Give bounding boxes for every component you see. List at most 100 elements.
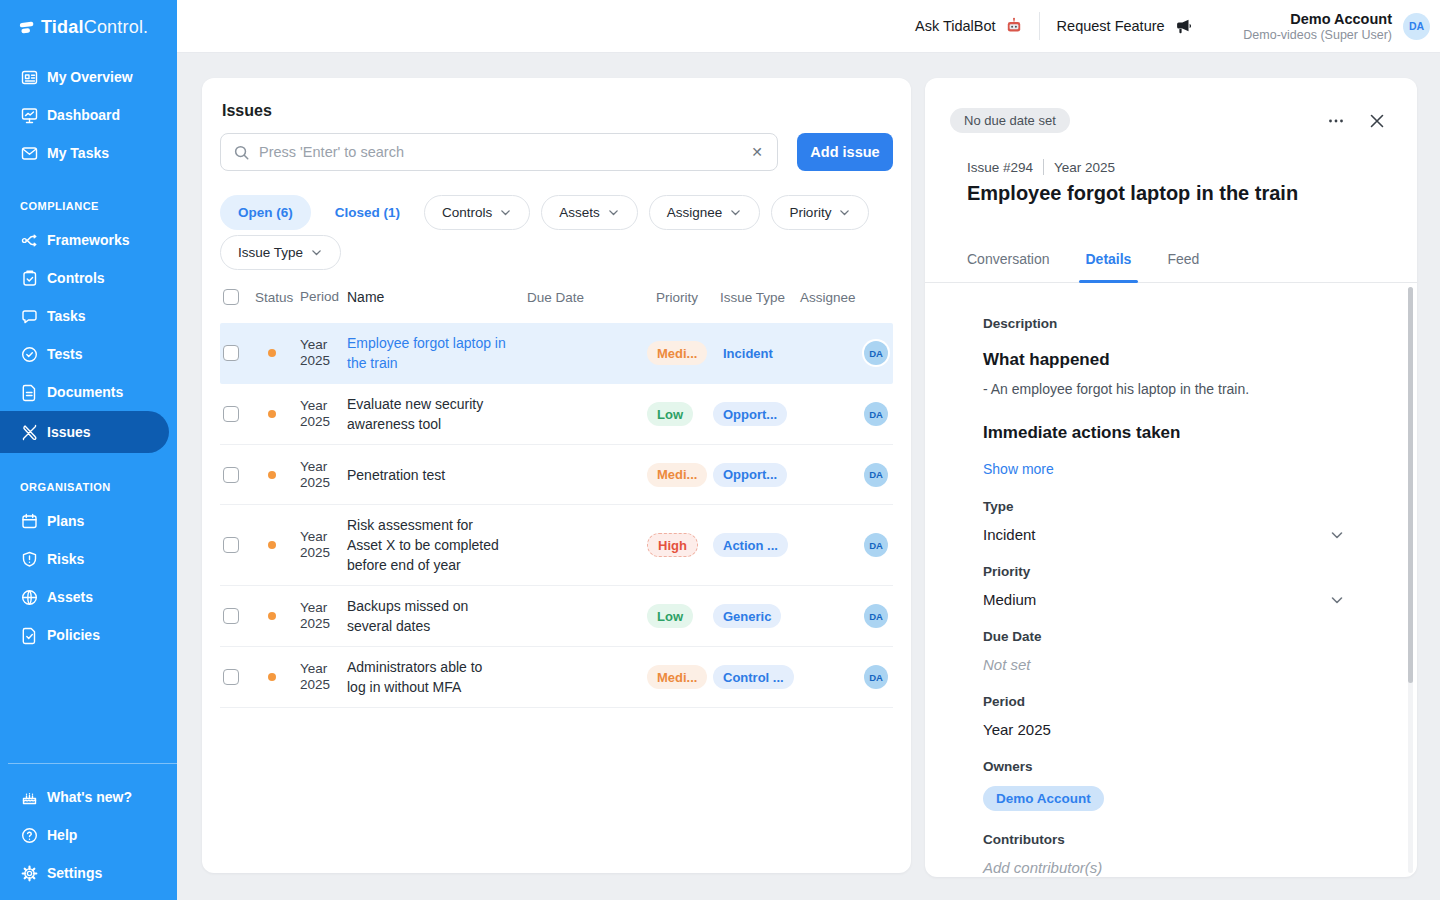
assignee-avatar[interactable]: DA: [864, 402, 888, 426]
row-period: Year 2025: [300, 529, 347, 561]
add-issue-button[interactable]: Add issue: [797, 133, 893, 171]
filter-open-6[interactable]: Open (6): [220, 195, 311, 230]
sidebar-item-frameworks[interactable]: Frameworks: [0, 221, 177, 259]
assignee-avatar[interactable]: DA: [864, 533, 888, 557]
due-date-badge: No due date set: [950, 108, 1070, 133]
filter-assignee[interactable]: Assignee: [649, 195, 761, 230]
filter-closed-1[interactable]: Closed (1): [322, 195, 413, 230]
row-name[interactable]: Risk assessment for Asset X to be comple…: [347, 515, 527, 575]
row-name[interactable]: Administrators able to log in without MF…: [347, 657, 527, 697]
sidebar-item-label: Documents: [47, 384, 123, 400]
account-menu[interactable]: Demo Account Demo-videos (Super User) DA: [1243, 11, 1430, 42]
chat-icon: [20, 307, 39, 326]
field-value-row[interactable]: Medium: [983, 591, 1345, 608]
row-checkbox[interactable]: [223, 669, 239, 685]
tab-conversation[interactable]: Conversation: [967, 251, 1050, 282]
search-input[interactable]: [259, 144, 740, 160]
sidebar-item-controls[interactable]: Controls: [0, 259, 177, 297]
filter-label: Priority: [789, 205, 831, 220]
calendar-icon: [20, 512, 39, 531]
issue-row[interactable]: Year 2025Employee forgot laptop in the t…: [220, 323, 893, 384]
select-all-checkbox[interactable]: [223, 289, 239, 305]
row-name[interactable]: Evaluate new security awareness tool: [347, 394, 527, 434]
issue-title: Employee forgot laptop in the train: [925, 175, 1417, 205]
more-options-icon[interactable]: [1327, 112, 1345, 130]
assignee-avatar[interactable]: DA: [864, 665, 888, 689]
chevron-down-icon: [729, 206, 742, 219]
request-feature-button[interactable]: Request Feature: [1057, 17, 1193, 36]
issue-row[interactable]: Year 2025Risk assessment for Asset X to …: [220, 505, 893, 586]
column-header-priority: Priority: [647, 290, 713, 305]
chevron-down-icon: [310, 246, 323, 259]
issue-type-badge: Control ...: [713, 665, 794, 689]
field-label: Period: [983, 694, 1345, 709]
show-more-link[interactable]: Show more: [983, 461, 1054, 477]
sidebar-item-tests[interactable]: Tests: [0, 335, 177, 373]
filter-controls[interactable]: Controls: [424, 195, 530, 230]
sidebar-item-label: Tests: [47, 346, 83, 362]
filter-assets[interactable]: Assets: [541, 195, 638, 230]
sidebar-divider: [8, 763, 177, 764]
row-name[interactable]: Employee forgot laptop in the train: [347, 333, 527, 373]
chevron-down-icon: [838, 206, 851, 219]
sidebar-item-help[interactable]: Help: [0, 816, 177, 854]
row-checkbox[interactable]: [223, 608, 239, 624]
description-heading: Immediate actions taken: [983, 423, 1345, 443]
help-icon: [20, 826, 39, 845]
row-checkbox[interactable]: [223, 467, 239, 483]
priority-badge: Medi...: [647, 463, 707, 487]
sidebar-item-documents[interactable]: Documents: [0, 373, 177, 411]
robot-icon: [1005, 17, 1023, 35]
sidebar-item-label: Help: [47, 827, 77, 843]
issues-search: ✕: [220, 133, 778, 171]
sidebar-item-dashboard[interactable]: Dashboard: [0, 96, 177, 134]
filter-issue-type[interactable]: Issue Type: [220, 235, 341, 270]
account-avatar[interactable]: DA: [1403, 13, 1430, 40]
sidebar-section-title: ORGANISATION: [0, 453, 177, 502]
filter-label: Controls: [442, 205, 492, 220]
close-icon[interactable]: [1369, 113, 1385, 129]
sidebar-item-my-overview[interactable]: My Overview: [0, 58, 177, 96]
row-checkbox[interactable]: [223, 406, 239, 422]
sidebar-item-label: My Tasks: [47, 145, 109, 161]
filter-priority[interactable]: Priority: [771, 195, 869, 230]
field-value-row[interactable]: Incident: [983, 526, 1345, 543]
sidebar-item-assets[interactable]: Assets: [0, 578, 177, 616]
row-name[interactable]: Backups missed on several dates: [347, 596, 527, 636]
assignee-avatar[interactable]: DA: [864, 463, 888, 487]
badge-check-icon: [20, 345, 39, 364]
sidebar-item-issues[interactable]: Issues: [0, 411, 169, 453]
sidebar-item-policies[interactable]: Policies: [0, 616, 177, 654]
tab-details[interactable]: Details: [1086, 251, 1132, 282]
issue-row[interactable]: Year 2025Evaluate new security awareness…: [220, 384, 893, 445]
ask-tidalbot-button[interactable]: Ask TidalBot: [915, 17, 1023, 35]
row-name[interactable]: Penetration test: [347, 465, 527, 485]
sidebar-item-settings[interactable]: Settings: [0, 854, 177, 892]
sidebar-item-plans[interactable]: Plans: [0, 502, 177, 540]
sidebar-item-label: Dashboard: [47, 107, 120, 123]
sidebar-item-risks[interactable]: Risks: [0, 540, 177, 578]
brand-logo[interactable]: TidalControl.: [0, 0, 177, 44]
topbar: Ask TidalBot Request Feature Demo Accoun…: [177, 0, 1440, 53]
owner-pill[interactable]: Demo Account: [983, 786, 1104, 811]
field-value-row: Year 2025: [983, 721, 1345, 738]
description-body: - An employee forgot his laptop in the t…: [983, 381, 1345, 397]
row-checkbox[interactable]: [223, 345, 239, 361]
sidebar-item-my-tasks[interactable]: My Tasks: [0, 134, 177, 172]
sidebar-item-tasks[interactable]: Tasks: [0, 297, 177, 335]
row-checkbox[interactable]: [223, 537, 239, 553]
issue-row[interactable]: Year 2025Backups missed on several dates…: [220, 586, 893, 647]
frameworks-icon: [20, 231, 39, 250]
scrollbar-thumb[interactable]: [1408, 287, 1413, 683]
sidebar-item-what-s-new[interactable]: What's new?: [0, 778, 177, 816]
field-value: Not set: [983, 656, 1031, 673]
issue-row[interactable]: Year 2025Administrators able to log in w…: [220, 647, 893, 708]
assignee-avatar[interactable]: DA: [864, 604, 888, 628]
dashboard-icon: [20, 106, 39, 125]
tab-feed[interactable]: Feed: [1167, 251, 1199, 282]
assignee-avatar[interactable]: DA: [864, 341, 888, 365]
clear-search-icon[interactable]: ✕: [749, 144, 765, 160]
issue-row[interactable]: Year 2025Penetration testMedi...Opport..…: [220, 445, 893, 505]
sidebar-section-title: COMPLIANCE: [0, 172, 177, 221]
priority-badge: Medi...: [647, 341, 707, 365]
